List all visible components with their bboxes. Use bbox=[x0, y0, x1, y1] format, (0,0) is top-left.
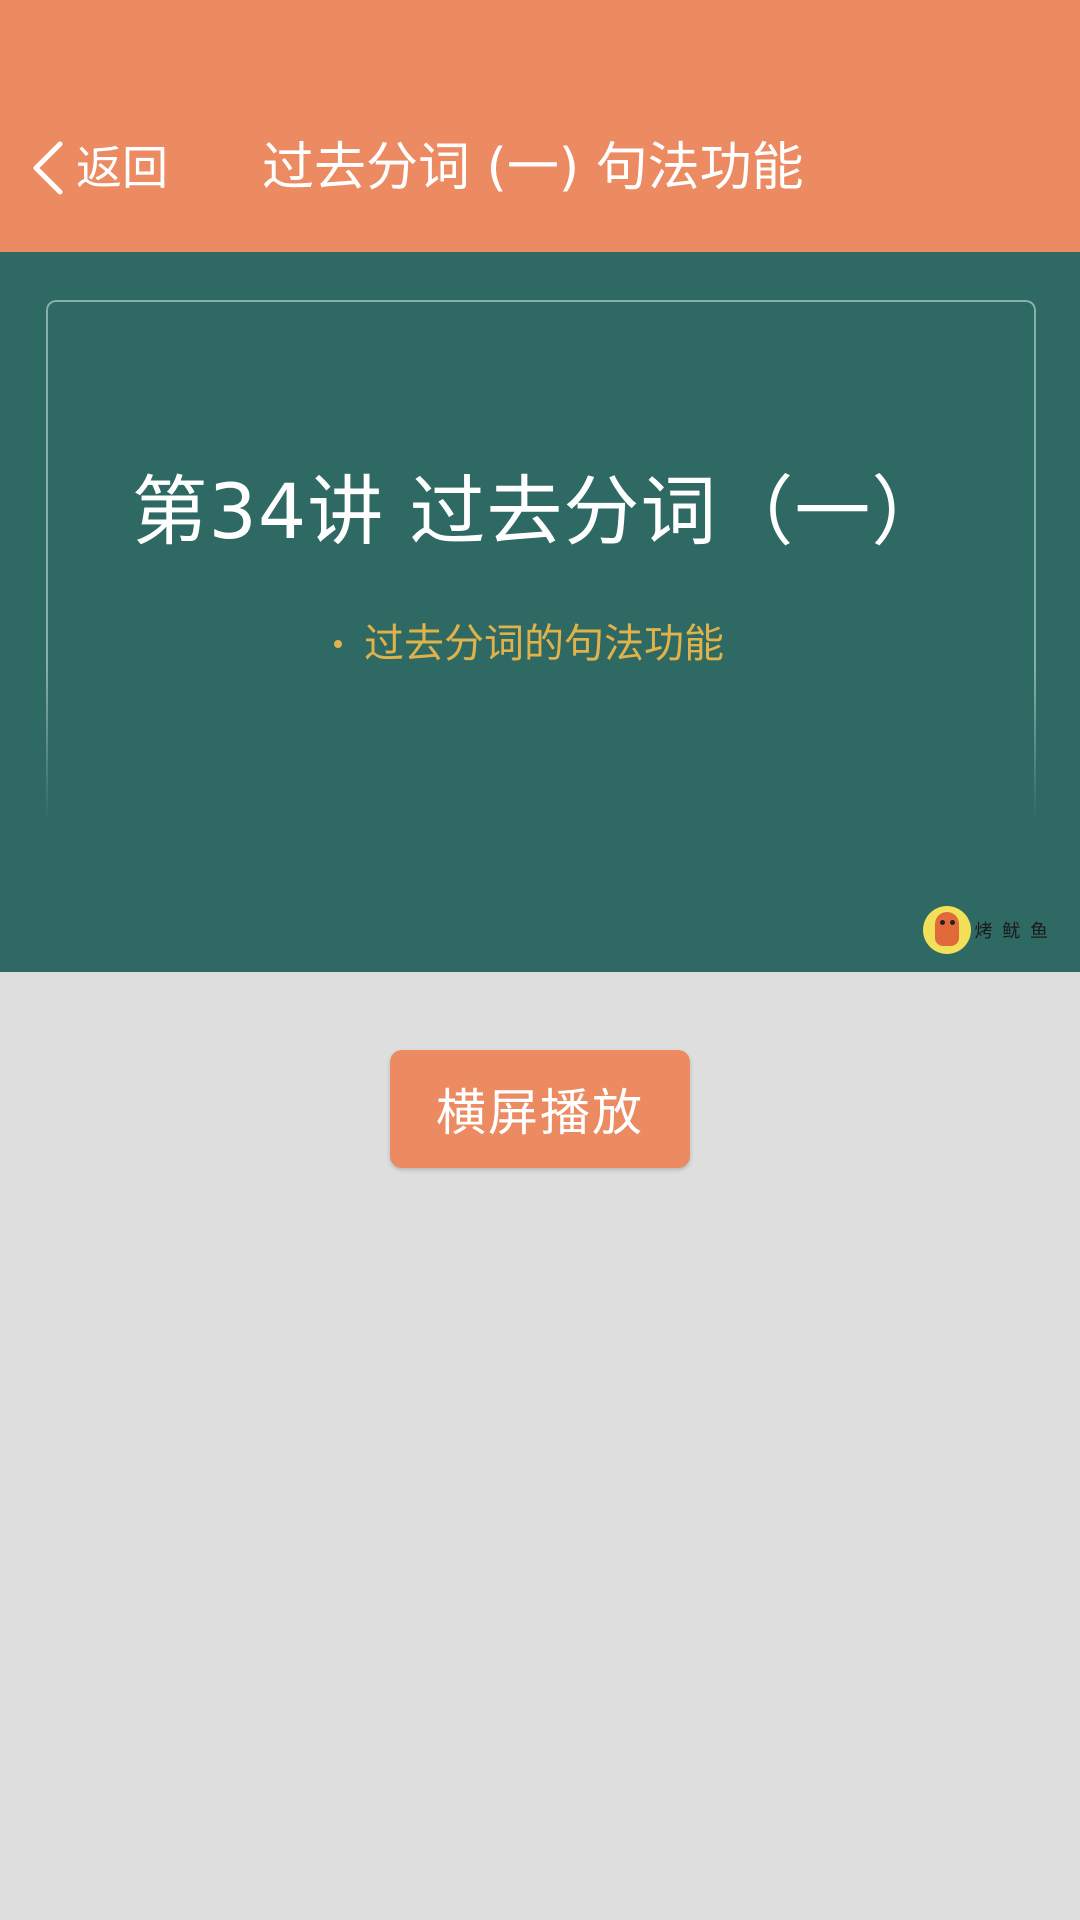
landscape-play-button[interactable]: 横屏播放 bbox=[390, 1050, 690, 1168]
watermark-text: 烤 鱿 鱼 bbox=[974, 921, 1050, 942]
header-bar: 返回 过去分词 (一) 句法功能 bbox=[0, 0, 1080, 252]
bullet-dot-icon bbox=[334, 640, 342, 648]
slide-bullet-text: 过去分词的句法功能 bbox=[364, 621, 724, 667]
squid-logo-icon bbox=[922, 906, 971, 954]
slide-bullet-item: 过去分词的句法功能 bbox=[334, 624, 724, 664]
chevron-left-icon bbox=[33, 141, 63, 195]
slide-title: 第34讲 过去分词（一） bbox=[131, 467, 949, 556]
back-button[interactable]: 返回 bbox=[28, 133, 168, 203]
watermark: 烤 鱿 鱼 bbox=[922, 906, 1050, 954]
video-player[interactable]: 第34讲 过去分词（一） 过去分词的句法功能 烤 鱿 鱼 bbox=[0, 252, 1080, 972]
back-label: 返回 bbox=[76, 141, 168, 195]
slide-frame bbox=[46, 300, 1036, 822]
page-title: 过去分词 (一) 句法功能 bbox=[262, 138, 804, 198]
